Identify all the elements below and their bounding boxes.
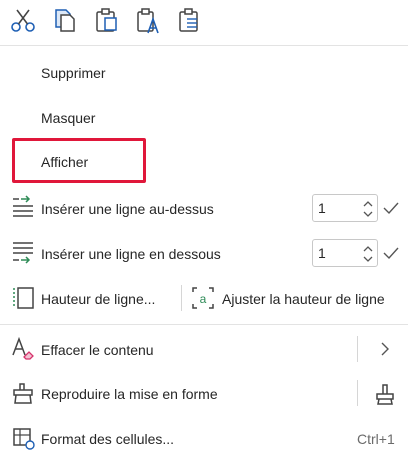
format-cells-icon [13,428,35,450]
section-separator [0,324,408,325]
row-height-icon [13,287,34,309]
chevron-right-icon[interactable] [380,342,390,356]
row-height-divider [181,285,182,311]
paste-list-icon[interactable] [177,7,203,33]
format-painter-icon [13,383,33,404]
format-painter-label[interactable]: Reproduire la mise en forme [41,385,218,403]
clear-contents-divider [357,336,358,362]
insert-row-above-icon [13,195,33,217]
format-painter-divider [357,380,358,406]
insert-row-above-label[interactable]: Insérer une ligne au-dessus [41,200,214,218]
delete-menu-item[interactable]: Supprimer [41,64,106,82]
insert-row-below-icon [13,242,33,264]
insert-below-count-stepper[interactable]: 1 [312,239,378,267]
stepper-arrows-icon[interactable] [361,241,375,267]
insert-below-count-value[interactable]: 1 [318,244,326,262]
insert-above-count-stepper[interactable]: 1 [312,194,378,222]
paste-text-icon[interactable] [135,7,163,35]
format-cells-shortcut: Ctrl+1 [357,431,395,447]
toolbar [0,0,408,40]
copy-icon[interactable] [52,7,78,33]
stepper-arrows-icon[interactable] [361,196,375,222]
confirm-checkmark-icon[interactable] [383,201,399,215]
svg-text:a: a [200,292,207,306]
clear-contents-label[interactable]: Effacer le contenu [41,341,154,359]
scissors-icon[interactable] [10,8,36,34]
autofit-row-height-icon: a [192,287,214,309]
insert-above-count-value[interactable]: 1 [318,199,326,217]
paste-icon[interactable] [94,7,120,33]
clear-contents-icon [12,337,34,360]
toolbar-separator [0,45,408,46]
row-height-label[interactable]: Hauteur de ligne... [41,290,155,308]
show-highlight-box [12,138,146,183]
paintbrush-icon[interactable] [373,381,397,405]
format-cells-label[interactable]: Format des cellules... [41,430,174,448]
hide-menu-item[interactable]: Masquer [41,109,95,127]
confirm-checkmark-icon[interactable] [383,246,399,260]
autofit-row-height-label[interactable]: Ajuster la hauteur de ligne [222,290,385,308]
insert-row-below-label[interactable]: Insérer une ligne en dessous [41,245,221,263]
